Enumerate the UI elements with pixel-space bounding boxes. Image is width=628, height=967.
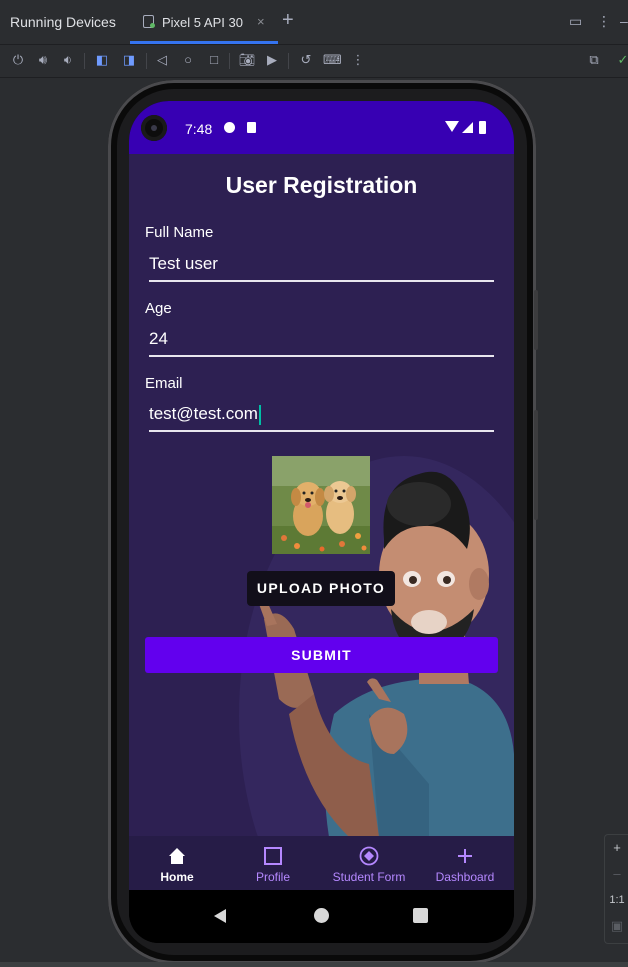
nav-label-student-form: Student Form <box>332 870 406 884</box>
status-bar: 7:48 <box>129 101 514 154</box>
email-field[interactable]: test@test.com <box>149 400 494 432</box>
panel-title: Running Devices <box>10 14 116 30</box>
zoom-out-button[interactable]: – <box>605 861 628 887</box>
toolbar-divider <box>146 53 147 69</box>
home-circle-icon[interactable] <box>314 908 329 923</box>
ide-status-bar <box>0 962 628 967</box>
overview-icon[interactable]: □ <box>205 51 223 69</box>
uploaded-photo <box>272 456 370 554</box>
back-icon[interactable]: ◁ <box>153 51 171 69</box>
zoom-controls: + – 1:1 ▣ <box>604 834 628 944</box>
active-tab-indicator <box>130 41 278 44</box>
signal-icon <box>462 122 473 133</box>
age-field[interactable]: 24 <box>149 325 494 357</box>
diamond-circle-icon <box>359 846 379 866</box>
nav-item-dashboard[interactable]: Dashboard <box>417 836 513 890</box>
battery-icon <box>479 121 486 134</box>
volume-down-icon[interactable]: 🔉︎ <box>59 51 77 69</box>
more-options-icon[interactable]: ⋮ <box>597 13 611 30</box>
tab-label: Pixel 5 API 30 <box>162 15 243 30</box>
nav-item-home[interactable]: Home <box>129 836 225 890</box>
actual-size-button[interactable]: 1:1 <box>605 887 628 913</box>
notification-icon <box>224 122 235 133</box>
nav-item-student-form[interactable]: Student Form <box>321 836 417 890</box>
home-circle-icon[interactable]: ○ <box>179 51 197 69</box>
power-key <box>534 290 538 350</box>
nav-label-profile: Profile <box>255 870 290 884</box>
email-value: test@test.com <box>149 404 258 423</box>
front-camera-icon <box>141 115 167 141</box>
nav-label-home: Home <box>160 870 194 884</box>
email-label: Email <box>145 375 183 392</box>
add-tab-button[interactable]: + <box>282 9 294 32</box>
volume-key <box>534 410 538 520</box>
square-outline-icon <box>264 847 282 865</box>
ide-tab-bar: Running Devices Pixel 5 API 30 × + ▭ ⋮ – <box>0 0 628 45</box>
tab-pixel5-api30[interactable]: Pixel 5 API 30 × <box>130 0 278 44</box>
window-layout-icon[interactable]: ▭ <box>569 13 582 30</box>
age-value: 24 <box>149 329 168 348</box>
upload-photo-button[interactable]: UPLOAD PHOTO <box>247 571 395 606</box>
full-name-label: Full Name <box>145 224 214 241</box>
rotate-right-icon[interactable]: ◨ <box>120 51 138 69</box>
text-cursor <box>258 404 261 425</box>
fit-screen-icon[interactable]: ▣ <box>605 913 628 939</box>
emulator-toolbar: ⏻ 🔊︎ 🔉︎ ◧ ◨ ◁ ○ □ 📷︎ ▶ ↺ ⌨ ⋮ ⧉ ✓ <box>0 45 628 78</box>
check-icon: ✓ <box>617 52 628 67</box>
system-navigation-bar <box>129 890 514 943</box>
zoom-in-button[interactable]: + <box>605 835 628 861</box>
status-time: 7:48 <box>185 121 213 137</box>
nav-label-dashboard: Dashboard <box>435 870 495 884</box>
volume-up-icon[interactable]: 🔊︎ <box>34 51 52 69</box>
submit-button[interactable]: SUBMIT <box>145 637 498 673</box>
plus-icon <box>458 849 472 863</box>
camera-icon[interactable]: 📷︎ <box>238 51 256 69</box>
power-icon[interactable]: ⏻ <box>9 51 27 69</box>
toolbar-divider <box>288 53 289 69</box>
age-label: Age <box>145 300 172 317</box>
full-name-field[interactable]: Test user <box>149 250 494 282</box>
recents-square-icon[interactable] <box>413 908 428 923</box>
rotate-left-icon[interactable]: ◧ <box>93 51 111 69</box>
back-triangle-icon[interactable] <box>214 909 226 923</box>
wifi-icon <box>445 121 459 132</box>
reset-icon[interactable]: ↺ <box>297 51 315 69</box>
keyboard-icon[interactable]: ⌨ <box>323 51 342 69</box>
close-tab-icon[interactable]: × <box>257 14 265 29</box>
page-title: User Registration <box>225 172 418 198</box>
more-icon[interactable]: ⋮ <box>349 51 367 69</box>
minimize-icon[interactable]: – <box>620 13 628 29</box>
registration-screen: User Registration Full Name Test user Ag… <box>129 154 514 837</box>
home-icon <box>169 848 185 864</box>
toolbar-divider <box>84 53 85 69</box>
phone-screen: 7:48 User Registration Full Name Test us… <box>129 101 514 943</box>
sd-card-icon <box>247 122 256 133</box>
full-name-value: Test user <box>149 254 218 273</box>
running-indicator-icon <box>150 23 155 28</box>
device-manager-icon[interactable]: ⧉ <box>585 51 603 69</box>
nav-item-profile[interactable]: Profile <box>225 836 321 890</box>
video-icon[interactable]: ▶ <box>263 51 281 69</box>
toolbar-divider <box>229 53 230 69</box>
bottom-navigation: Home Profile Student Form Dashboard <box>129 836 514 890</box>
